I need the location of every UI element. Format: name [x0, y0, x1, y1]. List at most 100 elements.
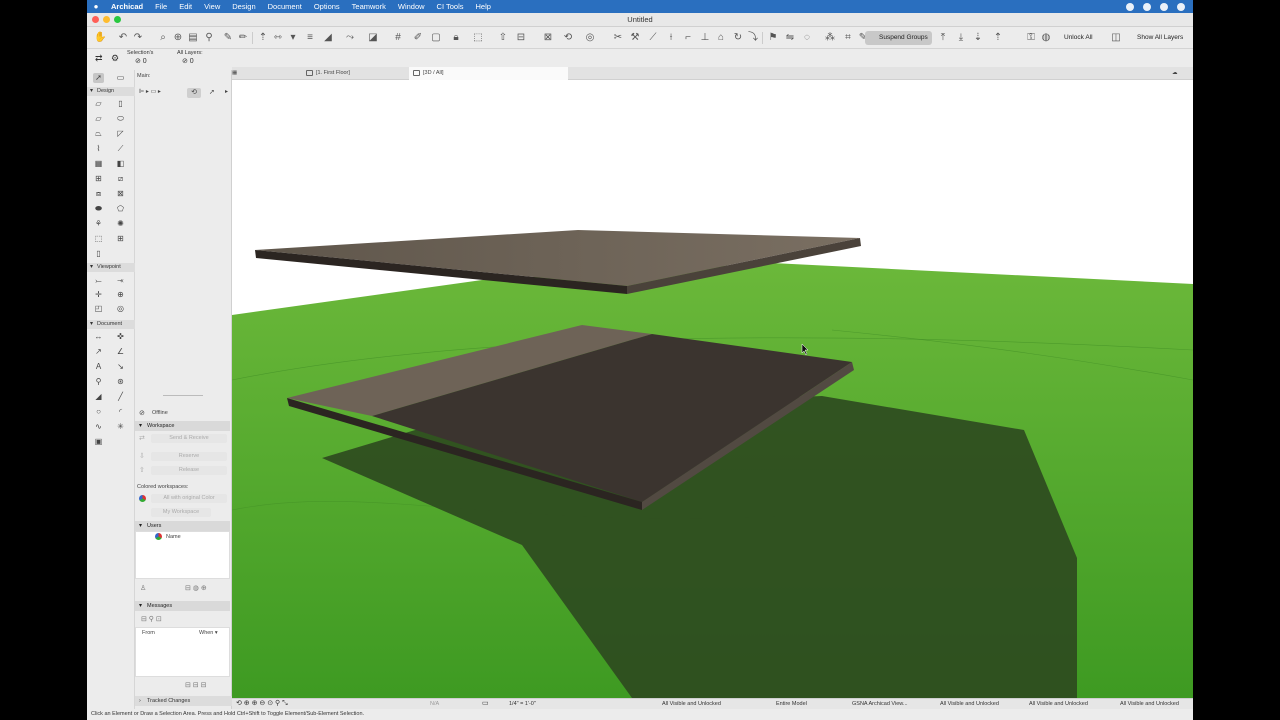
release-button[interactable]: Release — [151, 466, 227, 475]
hand-icon[interactable]: ✋ — [94, 32, 106, 43]
sync-icon[interactable] — [1177, 2, 1185, 11]
layers-show-icon[interactable]: ◫ — [1110, 32, 1122, 43]
interior-elevation-icon[interactable]: ✛ — [93, 290, 104, 300]
curtain-wall-tool-icon[interactable]: ▦ — [93, 159, 104, 169]
house-icon[interactable]: ⌂ — [715, 32, 727, 43]
figure-tool-icon[interactable]: ▣ — [93, 437, 104, 447]
section-tool-icon[interactable]: ⤚ — [93, 276, 104, 286]
line-tool-icon[interactable]: ╱ — [115, 392, 126, 402]
lasso-icon[interactable]: ◌ — [801, 32, 813, 43]
fill-tool-icon[interactable]: ◢ — [93, 392, 104, 402]
send-receive-button[interactable]: Send & Receive — [151, 434, 227, 443]
layer4-value[interactable]: All Visible and Unlocked — [1120, 699, 1193, 709]
flag-icon[interactable]: ⚑ — [767, 32, 779, 43]
redo-icon[interactable]: ↷ — [132, 32, 144, 43]
spline-tool-icon[interactable]: ∿ — [93, 422, 104, 432]
grid-icon[interactable]: # — [392, 32, 404, 43]
menu-window[interactable]: Window — [392, 2, 431, 11]
3d-cursor-icon[interactable]: ⇧ — [497, 32, 509, 43]
raise-icon[interactable]: ⤒ — [937, 32, 949, 43]
marquee-tool-icon[interactable]: ▭ — [115, 73, 126, 83]
menu-document[interactable]: Document — [262, 2, 308, 11]
tracked-changes-header[interactable]: Tracked Changes — [135, 696, 232, 706]
select-mode-icon[interactable]: ⟲ — [187, 88, 201, 98]
trim-icon[interactable]: ⟊ — [665, 32, 677, 43]
show-all-layers-button[interactable]: Show All Layers — [1123, 31, 1187, 45]
intersect-icon[interactable]: ⊥ — [699, 32, 711, 43]
pencil-icon[interactable]: ✐ — [412, 32, 424, 43]
slab-tool-icon[interactable]: ⬭ — [115, 114, 126, 124]
stretch-icon[interactable]: ⇿ — [272, 32, 284, 43]
worksheet-tool-icon[interactable]: ⊕ — [115, 290, 126, 300]
frame-icon[interactable]: ▢ — [430, 32, 442, 43]
3d-viewport[interactable] — [232, 80, 1193, 698]
tab-3d-all[interactable]: [3D / All] — [409, 67, 568, 80]
lamp-tool-icon[interactable]: ⊠ — [115, 189, 126, 199]
fillet-icon[interactable]: ⤵ — [747, 32, 759, 43]
grid-element-icon[interactable]: ⊞ — [115, 234, 126, 244]
menu-view[interactable]: View — [198, 2, 226, 11]
selection-tool-icon[interactable]: ⇄ — [95, 53, 103, 64]
zone-tool-icon[interactable]: ⬠ — [115, 204, 126, 214]
toolbox-section-design[interactable]: Design — [87, 87, 135, 96]
menu-options[interactable]: Options — [308, 2, 346, 11]
cut-icon[interactable]: ✂ — [612, 32, 624, 43]
morph-tool-icon[interactable]: ⬬ — [93, 204, 104, 214]
wall-tool-icon[interactable]: ▱ — [93, 99, 104, 109]
beam-tool-icon[interactable]: ⏥ — [93, 114, 104, 124]
menu-app[interactable]: Archicad — [105, 2, 149, 11]
column-tool-icon[interactable]: ▯ — [115, 99, 126, 109]
detail-tool-icon[interactable]: ◰ — [93, 304, 104, 314]
snap-icon[interactable]: ◢ — [322, 32, 334, 43]
pin-tool-icon[interactable]: ⚲ — [93, 377, 104, 387]
message-icons[interactable]: ⊟ ⚲ ⊡ — [141, 615, 236, 623]
group-icon[interactable]: ⬚ — [472, 32, 484, 43]
layer2-value[interactable]: All Visible and Unlocked — [940, 699, 999, 709]
window-tool-icon[interactable]: ⊞ — [93, 174, 104, 184]
wrench-icon[interactable]: ⚒ — [629, 32, 641, 43]
toolbox-section-viewpoint[interactable]: Viewpoint — [87, 263, 135, 272]
suspend-groups-button[interactable]: Suspend Groups — [865, 31, 932, 45]
layer3-value[interactable]: All Visible and Unlocked — [1029, 699, 1088, 709]
menu-edit[interactable]: Edit — [173, 2, 198, 11]
tab-grid-icon[interactable]: ▦ — [232, 67, 240, 80]
move-down-icon[interactable]: ⤓ — [955, 32, 967, 43]
workspace-header[interactable]: Workspace — [135, 421, 230, 431]
skylight-tool-icon[interactable]: ⧄ — [115, 174, 126, 184]
hatch-tool-icon[interactable]: ⊛ — [115, 377, 126, 387]
undo-icon[interactable]: ↶ — [117, 32, 129, 43]
arrow-tool-icon[interactable]: ➚ — [93, 73, 104, 83]
lamp-light-icon[interactable]: ✺ — [115, 219, 126, 229]
menu-file[interactable]: File — [149, 2, 173, 11]
hotspot-tool-icon[interactable]: ✳ — [115, 422, 126, 432]
my-workspace-button[interactable]: My Workspace — [151, 508, 211, 517]
user-icon[interactable] — [1160, 2, 1168, 11]
toolbox-section-document[interactable]: Document — [87, 320, 135, 329]
angle-dimension-icon[interactable]: ∠ — [115, 347, 126, 357]
level-dimension-icon[interactable]: ✜ — [115, 332, 126, 342]
reserve-button[interactable]: Reserve — [151, 452, 227, 461]
nav-icons[interactable]: ⟲ ⊕ ⊕ ⊖ ⊙ ⚲ ⤡ — [236, 699, 288, 709]
cloud-icon[interactable]: ☁ — [1172, 67, 1192, 80]
dimension-tool-icon[interactable]: ↔ — [93, 332, 104, 342]
unlock-icon[interactable]: ⚿ — [1025, 32, 1037, 43]
elevation-tool-icon[interactable]: ⤛ — [115, 276, 126, 286]
object-tool-icon[interactable]: ⧈ — [93, 189, 104, 199]
railing-tool-icon[interactable]: ⟋ — [115, 144, 126, 154]
adjust-icon[interactable]: ⌐ — [682, 32, 694, 43]
apple-icon[interactable]: ● — [87, 2, 105, 11]
menu-teamwork[interactable]: Teamwork — [346, 2, 392, 11]
zoom-icon[interactable]: ⊕ — [172, 32, 184, 43]
scale-value[interactable]: 1/4" = 1'-0" — [509, 699, 536, 709]
find-select-icon[interactable]: ⌕ — [157, 32, 169, 43]
menu-design[interactable]: Design — [226, 2, 261, 11]
door-tool-icon[interactable]: ◧ — [115, 159, 126, 169]
mesh-tool-icon[interactable]: ⚘ — [93, 219, 104, 229]
lock-icon[interactable]: 🔒︎ — [450, 32, 462, 43]
properties-icon[interactable]: ⚙ — [111, 53, 119, 64]
view-value[interactable]: GSNA Archicad View... — [852, 699, 908, 709]
layers-icon[interactable]: ▤ — [187, 32, 199, 43]
tab-first-floor[interactable]: [1. First Floor] — [302, 67, 406, 80]
circle-tool-icon[interactable]: ○ — [93, 407, 104, 417]
explode-icon[interactable]: ⊠ — [542, 32, 554, 43]
